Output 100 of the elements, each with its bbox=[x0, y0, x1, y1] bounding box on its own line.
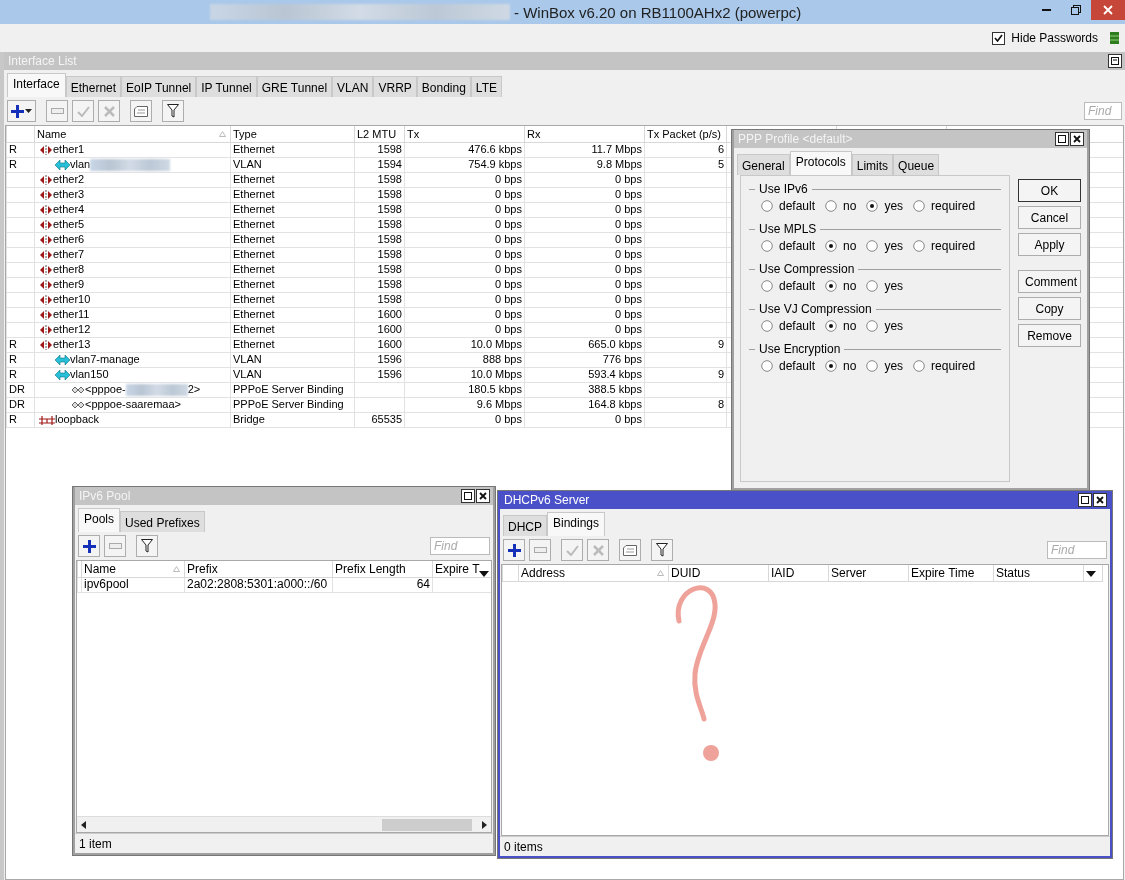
radio-button[interactable] bbox=[825, 280, 838, 292]
dialog-button[interactable]: Apply bbox=[1018, 233, 1081, 256]
column-header[interactable]: IAID bbox=[768, 565, 829, 581]
dialog-button[interactable]: OK bbox=[1018, 179, 1081, 202]
radio-button[interactable] bbox=[866, 320, 879, 332]
tab[interactable]: Queue bbox=[893, 154, 940, 175]
radio-button[interactable] bbox=[913, 360, 926, 372]
option-label: no bbox=[843, 239, 857, 253]
ethernet-port-icon bbox=[39, 144, 53, 155]
radio-button[interactable] bbox=[825, 360, 838, 372]
maximize-button[interactable] bbox=[1078, 493, 1092, 507]
column-header[interactable]: Prefix bbox=[184, 561, 333, 577]
tab[interactable]: EoIP Tunnel bbox=[121, 76, 197, 97]
tab[interactable]: Used Prefixes bbox=[120, 511, 205, 532]
table-cell: 9.8 Mbps bbox=[596, 158, 642, 170]
restore-button[interactable] bbox=[1108, 54, 1122, 68]
add-button[interactable] bbox=[7, 100, 36, 122]
radio-button[interactable] bbox=[913, 240, 926, 252]
tab[interactable]: VLAN bbox=[332, 76, 374, 97]
option-label: required bbox=[931, 239, 976, 253]
tab[interactable]: Pools bbox=[78, 508, 121, 532]
column-header[interactable]: Server bbox=[828, 565, 909, 581]
column-header[interactable]: Tx bbox=[404, 126, 525, 142]
filter-button[interactable] bbox=[162, 100, 184, 122]
close-button[interactable] bbox=[1070, 132, 1084, 146]
close-button[interactable] bbox=[476, 489, 490, 503]
ethernet-port-icon bbox=[39, 219, 53, 230]
radio-button[interactable] bbox=[761, 200, 773, 212]
radio-button[interactable] bbox=[913, 200, 926, 212]
tab[interactable]: DHCP bbox=[503, 515, 547, 536]
filter-button[interactable] bbox=[651, 539, 673, 561]
option-label: no bbox=[843, 279, 857, 293]
radio-button[interactable] bbox=[761, 240, 773, 252]
ethernet-port-icon bbox=[39, 264, 53, 275]
tab[interactable]: Protocols bbox=[789, 151, 852, 175]
radio-button[interactable] bbox=[825, 240, 838, 252]
table-cell: 0 bps bbox=[615, 293, 642, 305]
column-header[interactable]: Name bbox=[81, 561, 185, 577]
close-icon bbox=[479, 492, 487, 500]
radio-button[interactable] bbox=[866, 360, 879, 372]
dialog-button[interactable]: Comment bbox=[1018, 270, 1081, 293]
dialog-button[interactable]: Remove bbox=[1018, 324, 1081, 347]
tab[interactable]: Interface bbox=[7, 73, 66, 97]
option-label: default bbox=[779, 359, 816, 373]
column-header[interactable]: Type bbox=[230, 126, 355, 142]
find-field[interactable]: Find bbox=[430, 537, 490, 555]
table-cell: 0 bps bbox=[615, 308, 642, 320]
radio-button[interactable] bbox=[825, 200, 838, 212]
table-cell: Ethernet bbox=[233, 338, 275, 350]
scroll-left-icon bbox=[81, 820, 86, 829]
tab[interactable]: Limits bbox=[851, 154, 894, 175]
radio-button[interactable] bbox=[761, 320, 773, 332]
close-button[interactable] bbox=[1093, 493, 1107, 507]
maximize-button[interactable] bbox=[461, 489, 475, 503]
radio-button[interactable] bbox=[866, 200, 879, 212]
tab[interactable]: Bindings bbox=[547, 512, 606, 536]
radio-button[interactable] bbox=[761, 280, 773, 292]
table-cell: Ethernet bbox=[233, 293, 275, 305]
horizontal-scrollbar[interactable] bbox=[77, 816, 491, 832]
comment-button[interactable] bbox=[619, 539, 641, 561]
tab[interactable]: LTE bbox=[470, 76, 502, 97]
radio-button[interactable] bbox=[825, 320, 838, 332]
radio-button[interactable] bbox=[866, 280, 879, 292]
maximize-button[interactable] bbox=[1055, 132, 1069, 146]
tab[interactable]: IP Tunnel bbox=[196, 76, 257, 97]
dialog-button[interactable]: Cancel bbox=[1018, 206, 1081, 229]
table-cell: 1600 bbox=[377, 338, 402, 350]
dialog-button[interactable]: Copy bbox=[1018, 297, 1081, 320]
column-header[interactable]: Rx bbox=[524, 126, 645, 142]
column-header[interactable]: Address bbox=[518, 565, 669, 581]
restore-icon bbox=[1111, 57, 1119, 65]
find-field[interactable]: Find bbox=[1047, 541, 1107, 559]
table-cell: 888 bps bbox=[482, 353, 522, 365]
column-header[interactable]: Status bbox=[993, 565, 1084, 581]
ethernet-port-icon bbox=[39, 189, 53, 200]
column-header[interactable]: Name bbox=[34, 126, 231, 142]
add-button[interactable] bbox=[78, 535, 100, 557]
find-field[interactable]: Find bbox=[1084, 102, 1122, 120]
checkbox[interactable] bbox=[992, 31, 1006, 45]
tab[interactable]: General bbox=[737, 154, 790, 175]
interface-name: ether11 bbox=[53, 308, 90, 321]
add-button[interactable] bbox=[503, 539, 525, 561]
tab[interactable]: Ethernet bbox=[65, 76, 122, 97]
column-header[interactable]: Tx Packet (p/s) bbox=[644, 126, 727, 142]
radio-button[interactable] bbox=[761, 360, 773, 372]
column-header[interactable]: Expire T bbox=[432, 561, 491, 577]
dropdown-arrow-icon[interactable] bbox=[1086, 570, 1096, 577]
flag-text: R bbox=[9, 353, 17, 365]
comment-button[interactable] bbox=[130, 100, 152, 122]
tab[interactable]: GRE Tunnel bbox=[256, 76, 333, 97]
tab[interactable]: VRRP bbox=[373, 76, 417, 97]
radio-button[interactable] bbox=[866, 240, 879, 252]
tab[interactable]: Bonding bbox=[416, 76, 471, 97]
column-header[interactable]: Expire Time bbox=[908, 565, 994, 581]
column-header[interactable]: L2 MTU bbox=[354, 126, 405, 142]
column-header[interactable]: Prefix Length bbox=[332, 561, 433, 577]
dropdown-arrow-icon[interactable] bbox=[479, 571, 489, 576]
column-header[interactable]: DUID bbox=[668, 565, 769, 581]
table-cell: PPPoE Server Binding bbox=[233, 398, 344, 410]
filter-button[interactable] bbox=[136, 535, 158, 557]
